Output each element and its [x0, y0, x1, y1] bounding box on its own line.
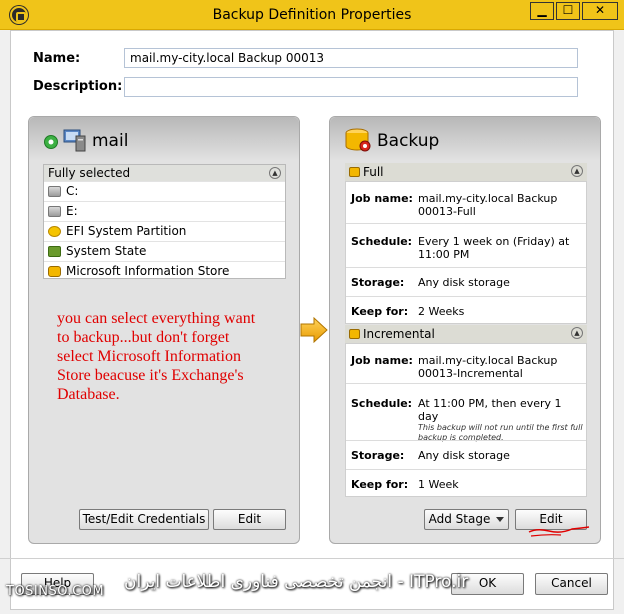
title-bar: Backup Definition Properties ▁ ☐ ✕: [0, 0, 624, 30]
arrow-right-icon: [300, 317, 328, 343]
schedule-value: At 11:00 PM, then every 1 day: [418, 397, 562, 423]
storage-value: Any disk storage: [418, 276, 510, 289]
online-status-icon: [44, 135, 58, 149]
storage-label: Storage:: [351, 276, 405, 289]
close-button[interactable]: ✕: [582, 2, 618, 20]
information-store-icon: [48, 266, 61, 277]
list-item-c-drive[interactable]: C:: [44, 181, 285, 201]
list-item-efi[interactable]: EFI System Partition: [44, 221, 285, 241]
full-stage-details: Job name: mail.my-city.local Backup 0001…: [345, 181, 587, 324]
name-input[interactable]: mail.my-city.local Backup 00013: [124, 48, 578, 68]
incremental-stage-icon: [349, 329, 360, 339]
schedule-label: Schedule:: [351, 235, 413, 248]
footer-divider: [0, 558, 624, 559]
list-item-information-store[interactable]: Microsoft Information Store: [44, 261, 285, 281]
job-name-label: Job name:: [351, 354, 413, 367]
collapse-icon[interactable]: ▲: [571, 327, 583, 339]
add-stage-button[interactable]: Add Stage: [424, 509, 509, 530]
maximize-button[interactable]: ☐: [556, 2, 580, 20]
source-list: Fully selected ▲ C: E: EFI System Partit…: [43, 164, 286, 279]
list-item-e-drive[interactable]: E:: [44, 201, 285, 221]
minimize-button[interactable]: ▁: [530, 2, 554, 20]
efi-icon: [48, 226, 61, 237]
watermark-text: انجمن تخصصی فناوری اطلاعات ایران - ITPro…: [124, 572, 469, 592]
server-icon: [63, 129, 86, 152]
keep-for-label: Keep for:: [351, 478, 409, 491]
chevron-down-icon: [496, 517, 505, 522]
keep-for-label: Keep for:: [351, 305, 409, 318]
watermark: TOSINSO.COM انجمن تخصصی فناوری اطلاعات ا…: [0, 572, 624, 599]
incremental-stage-header[interactable]: Incremental ▲: [345, 325, 587, 343]
drive-icon: [48, 206, 61, 217]
full-stage-icon: [349, 167, 360, 177]
red-underline-mark: [528, 526, 590, 537]
incremental-stage-details: Job name: mail.my-city.local Backup 0001…: [345, 343, 587, 497]
description-input[interactable]: [124, 77, 578, 97]
description-label: Description:: [33, 79, 123, 94]
name-label: Name:: [33, 51, 81, 66]
collapse-icon[interactable]: ▲: [571, 165, 583, 177]
collapse-icon[interactable]: ▲: [269, 167, 281, 179]
source-title: mail: [92, 131, 129, 151]
test-edit-credentials-button[interactable]: Test/Edit Credentials: [79, 509, 209, 530]
annotation-note: you can select everything want to backup…: [57, 310, 256, 403]
list-item-system-state[interactable]: System State: [44, 241, 285, 261]
schedule-label: Schedule:: [351, 397, 413, 410]
keep-for-value: 1 Week: [418, 478, 459, 491]
system-state-icon: [48, 246, 61, 257]
drive-icon: [48, 186, 61, 197]
full-stage-header[interactable]: Full ▲: [345, 163, 587, 181]
job-name-value: mail.my-city.local Backup 00013-Incremen…: [418, 354, 558, 380]
watermark-site: TOSINSO.COM: [6, 584, 105, 599]
list-header-label: Fully selected: [48, 166, 131, 180]
job-name-value: mail.my-city.local Backup 00013-Full: [418, 192, 558, 218]
storage-value: Any disk storage: [418, 449, 510, 462]
keep-for-value: 2 Weeks: [418, 305, 465, 318]
backup-title: Backup: [377, 131, 440, 151]
backup-icon: [345, 128, 371, 152]
schedule-value: Every 1 week on (Friday) at 11:00 PM: [418, 235, 570, 261]
source-edit-button[interactable]: Edit: [213, 509, 286, 530]
storage-label: Storage:: [351, 449, 405, 462]
job-name-label: Job name:: [351, 192, 413, 205]
